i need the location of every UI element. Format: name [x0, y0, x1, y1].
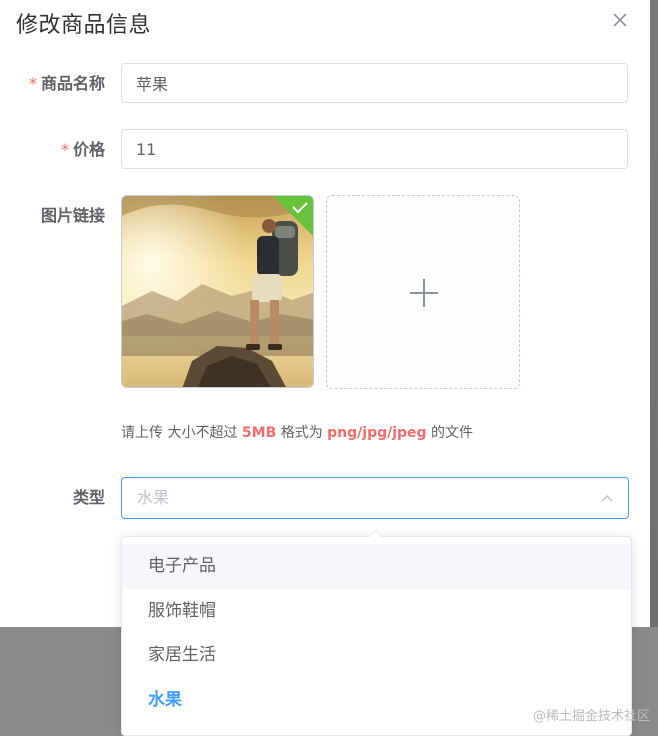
hint-size: 5MB — [241, 425, 277, 441]
type-label: 类型 — [72, 488, 105, 507]
edit-product-dialog: 修改商品信息 *商品名称 *价格 图片链接 — [0, 0, 650, 627]
required-mark: * — [60, 140, 69, 159]
type-option-electronics[interactable]: 电子产品 — [122, 544, 631, 589]
image-link-label: 图片链接 — [40, 206, 105, 225]
type-select[interactable]: 水果 — [121, 477, 629, 519]
uploaded-image-thumbnail[interactable] — [121, 195, 314, 388]
product-name-label: * 商品名称 — [0, 74, 105, 94]
hint-prefix: 请上传 大小不超过 — [121, 425, 242, 441]
required-mark: * — [28, 74, 37, 93]
upload-success-badge — [273, 196, 313, 236]
product-name-label-text: 商品名称 — [40, 74, 105, 93]
chevron-up-icon — [601, 494, 613, 502]
hint-formats: png/jpg/jpeg — [327, 425, 427, 441]
dialog-title: 修改商品信息 — [16, 13, 152, 38]
price-input[interactable] — [121, 129, 628, 169]
add-image-button[interactable] — [326, 195, 520, 389]
type-select-placeholder: 水果 — [137, 488, 170, 507]
price-label: * 价格 — [0, 140, 105, 160]
product-name-input[interactable] — [121, 63, 628, 103]
close-button[interactable] — [610, 10, 630, 30]
hint-suffix: 的文件 — [426, 425, 474, 441]
upload-hint: 请上传 大小不超过 5MB 格式为 png/jpg/jpeg 的文件 — [121, 423, 473, 443]
type-option-home[interactable]: 家居生活 — [122, 633, 631, 678]
close-icon — [613, 13, 627, 27]
hint-middle: 格式为 — [276, 425, 328, 441]
watermark: @稀土掘金技术社区 — [532, 709, 650, 724]
type-option-apparel[interactable]: 服饰鞋帽 — [122, 589, 631, 634]
dropdown-caret — [369, 531, 381, 537]
plus-icon — [410, 279, 438, 307]
price-label-text: 价格 — [72, 140, 105, 159]
